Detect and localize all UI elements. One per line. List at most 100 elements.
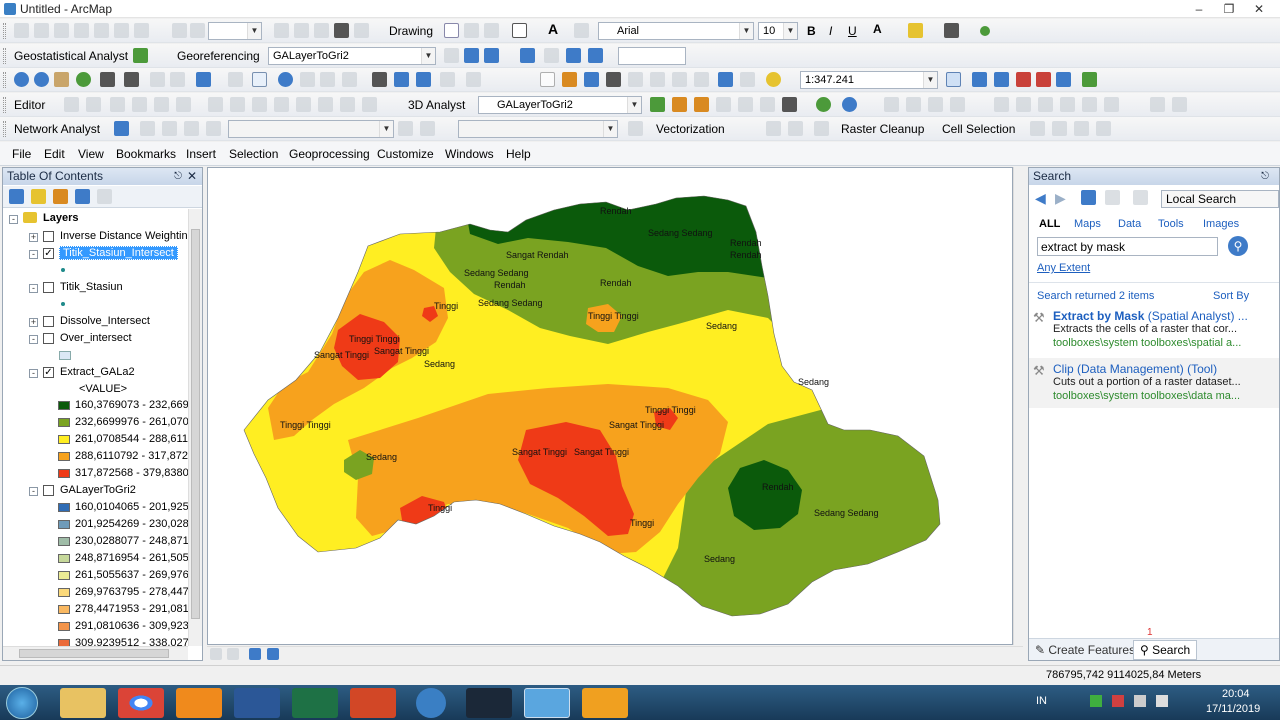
list-by-drawing-order-icon[interactable] [9, 189, 24, 204]
3d-tool-icon[interactable] [716, 97, 731, 112]
3d-tool-icon[interactable] [694, 97, 709, 112]
edit-tool-icon[interactable] [928, 97, 943, 112]
data-view-icon[interactable] [210, 648, 222, 660]
toc-horizontal-scrollbar[interactable] [3, 646, 188, 660]
editing-icon[interactable] [14, 23, 29, 38]
layer-extract-gala2[interactable]: Extract_GALa2 [60, 366, 135, 378]
font-size-combo[interactable]: 10 ▼ [758, 22, 798, 40]
layout-icon[interactable] [274, 23, 289, 38]
back-arrow-icon[interactable]: ◀ [1035, 190, 1046, 207]
select-elements-icon[interactable] [252, 72, 267, 87]
editor-toolbar-icon[interactable] [946, 72, 961, 87]
font-color-icon[interactable]: A [873, 22, 882, 36]
catalog-window-icon[interactable] [994, 72, 1009, 87]
edit-tool-icon[interactable] [274, 97, 289, 112]
rotate-icon[interactable] [464, 23, 479, 38]
bold-button[interactable]: B [807, 24, 816, 38]
blender-icon[interactable] [176, 688, 222, 718]
raster-cleanup-menu[interactable]: Raster Cleanup [841, 122, 924, 136]
sort-by-link[interactable]: Sort By [1213, 290, 1249, 302]
edit-tool-icon[interactable] [208, 97, 223, 112]
layer-visibility-checkbox[interactable] [43, 282, 54, 293]
edit-tool-icon[interactable] [252, 97, 267, 112]
layer-dissolve-intersect[interactable]: Dissolve_Intersect [60, 315, 150, 327]
menu-view[interactable]: View [78, 147, 104, 161]
layer-visibility-checkbox[interactable] [43, 485, 54, 496]
list-by-selection-icon[interactable] [75, 189, 90, 204]
edit-tool-icon[interactable] [154, 97, 169, 112]
edit-tool-icon[interactable] [340, 97, 355, 112]
vlc-icon[interactable] [582, 688, 628, 718]
edit-tool-icon[interactable] [230, 97, 245, 112]
vectorization-tool-icon[interactable] [788, 121, 803, 136]
clock-date[interactable]: 17/11/2019 [1206, 703, 1260, 715]
zoom-percent-combo[interactable]: ▼ [208, 22, 262, 40]
toolbar-grip[interactable] [3, 121, 6, 137]
layer-visibility-checkbox[interactable] [43, 316, 54, 327]
edit-vertices-icon[interactable] [574, 23, 589, 38]
text-icon[interactable]: A [548, 21, 558, 37]
cut-icon[interactable] [628, 72, 643, 87]
zoom-whole-page-icon[interactable] [484, 23, 499, 38]
any-extent-link[interactable]: Any Extent [1037, 262, 1090, 274]
line-color-icon[interactable] [944, 23, 959, 38]
modelbuilder-icon[interactable] [1082, 72, 1097, 87]
menu-insert[interactable]: Insert [186, 147, 216, 161]
collapse-icon[interactable]: - [29, 335, 38, 344]
editor-menu[interactable]: Editor [14, 98, 45, 112]
georef-layer-combo[interactable]: GALayerToGri2 ▼ [268, 47, 436, 65]
view-options-icon[interactable] [1133, 190, 1148, 205]
collapse-icon[interactable]: - [29, 284, 38, 293]
start-button[interactable] [6, 687, 38, 719]
drawing-menu[interactable]: Drawing [389, 24, 433, 38]
pin-icon[interactable]: ⎋ [1261, 168, 1269, 185]
undo-icon[interactable] [718, 72, 733, 87]
editing-icon[interactable] [94, 23, 109, 38]
rectangle-icon[interactable] [512, 23, 527, 38]
cell-selection-menu[interactable]: Cell Selection [942, 122, 1015, 136]
layer-titik-stasiun[interactable]: Titik_Stasiun [60, 281, 123, 293]
steam-icon[interactable] [466, 688, 512, 718]
arcmap-taskbar-icon[interactable] [524, 688, 570, 718]
marker-color-icon[interactable] [980, 26, 990, 36]
collapse-icon[interactable]: - [9, 215, 18, 224]
collapse-icon[interactable]: - [29, 487, 38, 496]
full-extent-icon[interactable] [76, 72, 91, 87]
map-display[interactable]: Rendah Sedang Sedang Rendah Rendah Sanga… [207, 167, 1013, 645]
collapse-icon[interactable]: - [29, 250, 38, 259]
chrome-icon[interactable] [118, 688, 164, 718]
edit-tool-icon[interactable] [362, 97, 377, 112]
network-tool-icon[interactable] [398, 121, 413, 136]
menu-selection[interactable]: Selection [229, 147, 278, 161]
search-scope-combo[interactable]: Local Search [1161, 190, 1279, 208]
open-icon[interactable] [562, 72, 577, 87]
maximize-button[interactable]: ❐ [1214, 0, 1244, 18]
edit-tool-icon[interactable] [176, 97, 191, 112]
link-table-icon[interactable] [566, 48, 581, 63]
menu-help[interactable]: Help [506, 147, 531, 161]
file-explorer-icon[interactable] [60, 688, 106, 718]
edit-tool-icon[interactable] [1038, 97, 1053, 112]
search-input[interactable] [1037, 237, 1218, 256]
vectorization-tool-icon[interactable] [766, 121, 781, 136]
layer-visibility-checkbox[interactable]: ✓ [43, 367, 54, 378]
result-title[interactable]: Extract by Mask [1053, 309, 1144, 323]
cell-tool-icon[interactable] [1052, 121, 1067, 136]
find-icon[interactable] [372, 72, 387, 87]
search-icon[interactable]: ⚲ [1228, 236, 1248, 256]
network-combo[interactable]: ▼ [228, 120, 394, 138]
map-horizontal-scrollbar[interactable] [207, 646, 1023, 662]
search-result-item[interactable]: ⚒ Extract by Mask (Spatial Analyst) ... … [1029, 305, 1279, 355]
map-scale-combo[interactable]: 1:347.241 ▼ [800, 71, 938, 89]
create-features-tab[interactable]: ✎ Create Features [1035, 643, 1135, 657]
georef-tool-icon[interactable] [544, 48, 559, 63]
menu-file[interactable]: File [12, 147, 31, 161]
edit-tool-icon[interactable] [64, 97, 79, 112]
fixed-zoom-out-icon[interactable] [124, 72, 139, 87]
tab-maps[interactable]: Maps [1074, 218, 1101, 230]
edit-tool-icon[interactable] [1150, 97, 1165, 112]
network-tool-icon[interactable] [162, 121, 177, 136]
edit-tool-icon[interactable] [1172, 97, 1187, 112]
draft-mode-icon[interactable] [334, 23, 349, 38]
georef-input[interactable] [618, 47, 686, 65]
